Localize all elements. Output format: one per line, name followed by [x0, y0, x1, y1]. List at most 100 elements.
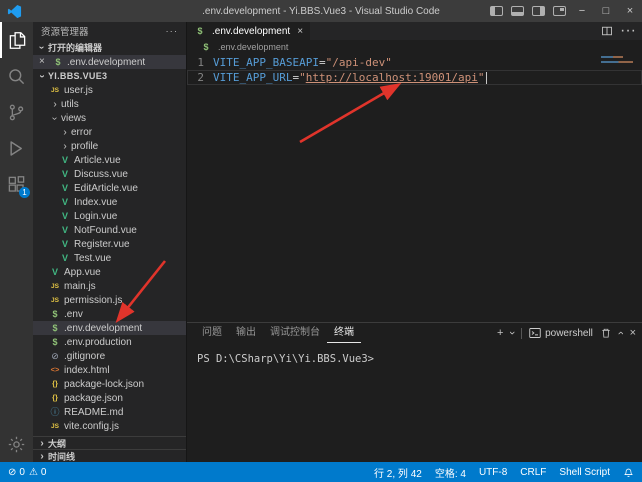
tree-item-gitignore[interactable]: .gitignore: [33, 349, 186, 363]
kill-terminal-trash-icon[interactable]: [600, 327, 612, 339]
html-file-icon: [49, 364, 61, 376]
toggle-panel-icon[interactable]: [511, 6, 524, 16]
titlebar: .env.development - Yi.BBS.Vue3 - Visual …: [0, 0, 642, 22]
js-file-icon: [49, 294, 61, 307]
extensions-icon[interactable]: 1: [0, 166, 33, 202]
env-file-icon: [49, 322, 61, 335]
timeline-section-header[interactable]: 时间线: [33, 449, 186, 462]
token-string: "/api-dev": [326, 56, 392, 69]
open-editors-header[interactable]: 打开的编辑器: [33, 40, 186, 55]
notifications-bell-icon[interactable]: [623, 467, 634, 478]
cursor-position[interactable]: 行 2, 列 42: [374, 465, 422, 480]
new-terminal-icon[interactable]: +: [497, 328, 503, 339]
tree-item-label: Discuss.vue: [74, 169, 128, 180]
terminal-instance-powershell[interactable]: powershell: [529, 327, 593, 339]
chevron-right-icon: [59, 127, 71, 138]
explorer-icon[interactable]: [0, 22, 33, 58]
customize-layout-icon[interactable]: [553, 6, 566, 16]
info-file-icon: [49, 406, 61, 419]
divider: [521, 328, 522, 339]
tree-item-register-vue[interactable]: Register.vue: [33, 237, 186, 251]
encoding[interactable]: UTF-8: [479, 467, 507, 478]
tree-item-vite-config-js[interactable]: vite.config.js: [33, 419, 186, 433]
js-file-icon: [49, 420, 61, 433]
search-icon[interactable]: [0, 58, 33, 94]
tree-item-permission-js[interactable]: permission.js: [33, 293, 186, 307]
tree-item-app-vue[interactable]: App.vue: [33, 265, 186, 279]
tree-item-article-vue[interactable]: Article.vue: [33, 153, 186, 167]
tree-item-test-vue[interactable]: Test.vue: [33, 251, 186, 265]
sidebar-more-actions-icon[interactable]: ···: [166, 26, 179, 37]
editor-area: .env.development × ··· .env.development …: [187, 22, 642, 322]
panel-tab-2[interactable]: 调试控制台: [263, 323, 327, 343]
tree-item-user-js[interactable]: user.js: [33, 83, 186, 97]
minimap[interactable]: [601, 56, 637, 66]
code-line-2[interactable]: 2VITE_APP_URL="http://localhost:19001/ap…: [187, 70, 642, 85]
file-tree: user.jsutilsviewserrorprofile Article.vue…: [33, 83, 186, 436]
eol-sequence[interactable]: CRLF: [520, 467, 546, 478]
vscode-window: .env.development - Yi.BBS.Vue3 - Visual …: [0, 0, 642, 482]
close-editor-icon[interactable]: ×: [39, 57, 49, 67]
tree-item-label: Article.vue: [74, 155, 121, 166]
language-mode[interactable]: Shell Script: [559, 467, 610, 478]
problems-status[interactable]: ⊘ 0 ⚠ 0: [8, 467, 46, 478]
tree-item-error[interactable]: error: [33, 125, 186, 139]
tree-item-views[interactable]: views: [33, 111, 186, 125]
outline-section-header[interactable]: 大纲: [33, 436, 186, 449]
tree-item-profile[interactable]: profile: [33, 139, 186, 153]
tree-item-env-development[interactable]: .env.development: [33, 321, 186, 335]
terminal-dropdown-icon[interactable]: ›: [506, 331, 518, 335]
tree-item-label: permission.js: [64, 295, 122, 306]
toggle-sidebar-icon[interactable]: [490, 6, 503, 16]
chevron-down-icon: [49, 113, 61, 124]
tree-item-label: .gitignore: [64, 351, 105, 362]
tree-item-package-lock-json[interactable]: package-lock.json: [33, 377, 186, 391]
chevron-right-icon: [59, 141, 71, 152]
tab-env-development[interactable]: .env.development ×: [187, 22, 310, 40]
terminal-output[interactable]: PS D:\CSharp\Yi\Yi.BBS.Vue3>: [187, 343, 642, 365]
panel-tab-3[interactable]: 终端: [327, 323, 361, 343]
vue-file-icon: [59, 252, 71, 265]
minimize-button[interactable]: −: [570, 0, 594, 22]
maximize-panel-icon[interactable]: ›: [615, 331, 627, 335]
close-tab-icon[interactable]: ×: [297, 26, 303, 37]
breadcrumb[interactable]: .env.development: [187, 40, 642, 54]
toggle-secondary-sidebar-icon[interactable]: [532, 6, 545, 16]
chevron-right-icon: [36, 438, 48, 449]
close-button[interactable]: ×: [618, 0, 642, 22]
tree-item-package-json[interactable]: package.json: [33, 391, 186, 405]
run-debug-icon[interactable]: [0, 130, 33, 166]
panel-tab-0[interactable]: 问题: [195, 323, 229, 343]
tree-item-env[interactable]: .env: [33, 307, 186, 321]
tree-item-index-vue[interactable]: Index.vue: [33, 195, 186, 209]
js-file-icon: [49, 280, 61, 293]
vue-file-icon: [59, 210, 71, 223]
tree-item-index-html[interactable]: index.html: [33, 363, 186, 377]
panel-tab-1[interactable]: 输出: [229, 323, 263, 343]
tree-item-label: EditArticle.vue: [74, 183, 138, 194]
close-panel-icon[interactable]: ×: [630, 328, 636, 339]
vue-file-icon: [59, 182, 71, 195]
tree-item-discuss-vue[interactable]: Discuss.vue: [33, 167, 186, 181]
open-editor-item-env-development[interactable]: × .env.development: [33, 55, 186, 69]
more-actions-icon[interactable]: ···: [620, 22, 636, 40]
line-number: 2: [187, 70, 213, 85]
indentation[interactable]: 空格: 4: [435, 465, 466, 480]
tree-item-readme-md[interactable]: README.md: [33, 405, 186, 419]
source-control-icon[interactable]: [0, 94, 33, 130]
tree-item-login-vue[interactable]: Login.vue: [33, 209, 186, 223]
tree-item-main-js[interactable]: main.js: [33, 279, 186, 293]
tree-item-editarticle-vue[interactable]: EditArticle.vue: [33, 181, 186, 195]
window-title: .env.development - Yi.BBS.Vue3 - Visual …: [202, 6, 440, 17]
status-bar: ⊘ 0 ⚠ 0 行 2, 列 42 空格: 4 UTF-8 CRLF Shell…: [0, 462, 642, 482]
tree-item-env-production[interactable]: .env.production: [33, 335, 186, 349]
settings-gear-icon[interactable]: [0, 426, 33, 462]
restore-button[interactable]: □: [594, 0, 618, 22]
project-folder-header[interactable]: YI.BBS.VUE3: [33, 69, 186, 83]
split-editor-icon[interactable]: [601, 25, 613, 37]
code-line-1[interactable]: 1VITE_APP_BASEAPI="/api-dev": [187, 55, 642, 70]
editor-tabbar: .env.development × ···: [187, 22, 642, 40]
tree-item-notfound-vue[interactable]: NotFound.vue: [33, 223, 186, 237]
tree-item-utils[interactable]: utils: [33, 97, 186, 111]
code-editor[interactable]: 1VITE_APP_BASEAPI="/api-dev"2VITE_APP_UR…: [187, 54, 642, 85]
